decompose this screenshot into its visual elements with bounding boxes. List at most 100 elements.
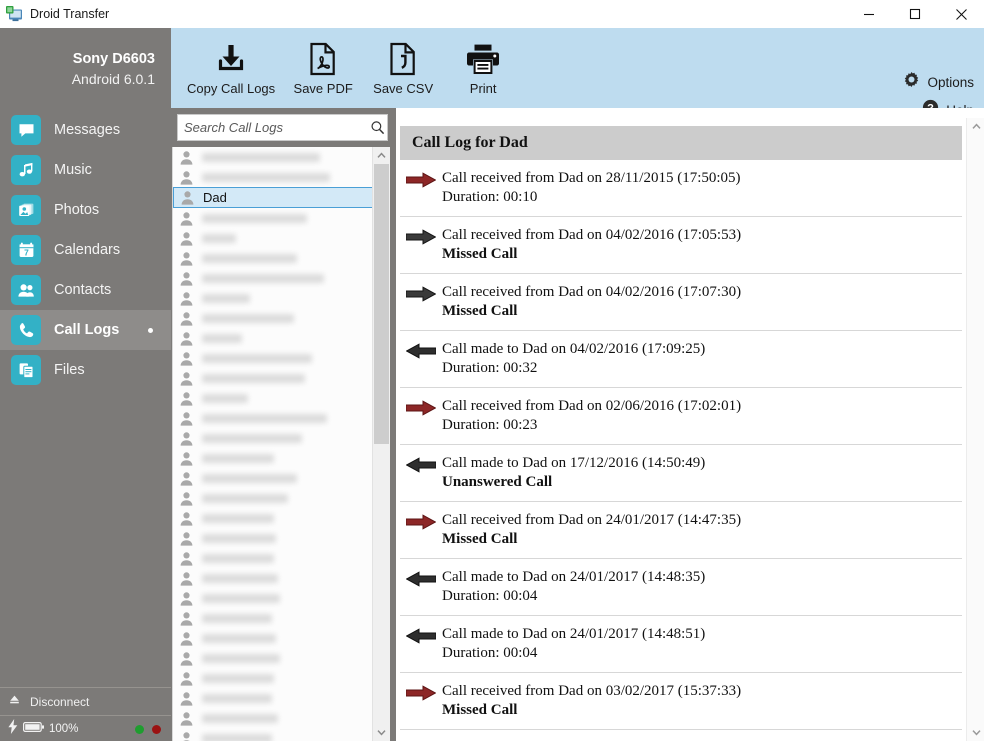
list-item[interactable] <box>173 268 380 288</box>
person-icon <box>179 671 194 686</box>
contact-name-redacted <box>202 273 324 283</box>
contact-name-redacted <box>202 593 280 603</box>
call-log-entry[interactable]: Call made to Dad on 24/01/2017 (14:48:51… <box>400 616 962 673</box>
list-item[interactable] <box>173 648 380 668</box>
battery-status: 100% <box>0 715 171 741</box>
sidebar-item-music[interactable]: Music <box>0 150 171 190</box>
list-item[interactable] <box>173 588 380 608</box>
list-item[interactable] <box>173 628 380 648</box>
search-input[interactable] <box>178 120 368 135</box>
call-entry-detail: Duration: 00:10 <box>442 189 538 205</box>
sidebar-item-calendars[interactable]: 7 Calendars <box>0 230 171 270</box>
scrollbar-thumb[interactable] <box>374 164 389 444</box>
list-item[interactable] <box>173 147 380 167</box>
call-log-entry[interactable]: Call received from Dad on 04/02/2016 (17… <box>400 217 962 274</box>
person-icon <box>179 371 194 386</box>
contact-name-redacted <box>202 293 250 303</box>
scroll-down-arrow-icon[interactable] <box>967 724 984 741</box>
person-icon <box>179 251 194 266</box>
options-button[interactable]: Options <box>903 68 974 96</box>
person-icon <box>179 631 194 646</box>
list-item[interactable] <box>173 468 380 488</box>
list-item[interactable] <box>173 728 380 741</box>
list-item[interactable] <box>173 228 380 248</box>
person-icon <box>179 531 194 546</box>
disconnect-label: Disconnect <box>30 694 90 709</box>
list-item[interactable] <box>173 368 380 388</box>
droid-transfer-window: Droid Transfer Sony D6603 Android 6.0.1 … <box>0 0 984 741</box>
call-log-entry[interactable]: Call received from Dad on 24/01/2017 (14… <box>400 502 962 559</box>
person-icon <box>179 271 194 286</box>
search-box[interactable] <box>177 114 388 141</box>
person-icon <box>180 190 195 205</box>
contact-list-scrollbar[interactable] <box>372 147 390 741</box>
list-item[interactable] <box>173 548 380 568</box>
sidebar-item-files[interactable]: Files <box>0 350 171 390</box>
list-item[interactable] <box>173 248 380 268</box>
scroll-up-arrow-icon[interactable] <box>373 147 390 164</box>
list-item[interactable] <box>173 508 380 528</box>
scroll-up-arrow-icon[interactable] <box>967 118 984 135</box>
call-log-entry[interactable]: Call made to Dad on 24/01/2017 (14:48:35… <box>400 559 962 616</box>
call-log-entry[interactable]: Call received from Dad on 04/02/2016 (17… <box>400 274 962 331</box>
maximize-button[interactable] <box>892 0 938 28</box>
list-item[interactable] <box>173 608 380 628</box>
arrow-right-red-icon <box>405 685 437 701</box>
sidebar-item-photos[interactable]: Photos <box>0 190 171 230</box>
connection-indicators <box>135 725 161 734</box>
call-log-scrollbar[interactable] <box>966 118 984 741</box>
list-item[interactable] <box>173 448 380 468</box>
list-item[interactable] <box>173 488 380 508</box>
copy-call-logs-button[interactable]: Copy Call Logs <box>179 34 283 97</box>
list-item[interactable] <box>173 328 380 348</box>
call-log-entry[interactable]: Call received from Dad on 28/11/2015 (17… <box>400 160 962 217</box>
contact-name-redacted <box>202 433 302 443</box>
minimize-button[interactable] <box>846 0 892 28</box>
list-item[interactable] <box>173 348 380 368</box>
list-item[interactable] <box>173 208 380 228</box>
contact-name-redacted <box>202 213 307 223</box>
call-entry-detail: Duration: 00:32 <box>442 360 538 376</box>
contact-list[interactable]: Dad <box>172 147 380 741</box>
list-item[interactable] <box>173 688 380 708</box>
list-item[interactable] <box>173 408 380 428</box>
sidebar-item-call-logs[interactable]: Call Logs <box>0 310 171 350</box>
gear-icon <box>903 71 920 93</box>
contact-name-redacted <box>202 673 274 683</box>
sidebar-item-messages[interactable]: Messages <box>0 110 171 150</box>
list-item[interactable] <box>173 308 380 328</box>
call-entry-summary: Call received from Dad on 04/02/2016 (17… <box>442 284 742 300</box>
close-button[interactable] <box>938 0 984 28</box>
scroll-down-arrow-icon[interactable] <box>373 724 390 741</box>
save-csv-button[interactable]: Save CSV <box>363 34 443 97</box>
search-icon[interactable] <box>368 120 387 135</box>
list-item[interactable] <box>173 528 380 548</box>
call-log-entry[interactable]: Call made to Dad on 04/02/2016 (17:09:25… <box>400 331 962 388</box>
person-icon <box>179 651 194 666</box>
list-item[interactable] <box>173 388 380 408</box>
list-item[interactable]: Dad <box>173 187 380 208</box>
person-icon <box>179 471 194 486</box>
files-copy-icon <box>11 355 41 385</box>
sidebar-item-contacts[interactable]: Contacts <box>0 270 171 310</box>
person-icon <box>179 170 194 185</box>
call-entry-summary: Call received from Dad on 04/02/2016 (17… <box>442 227 742 243</box>
save-pdf-button[interactable]: Save PDF <box>283 34 363 97</box>
contact-name-redacted <box>202 253 297 263</box>
call-log-entry[interactable]: Call received from Dad on 02/06/2016 (17… <box>400 388 962 445</box>
list-item[interactable] <box>173 167 380 187</box>
person-icon <box>179 211 194 226</box>
call-log-entry[interactable]: Call received from Dad on 03/02/2017 (15… <box>400 673 962 730</box>
toolbar: Copy Call Logs Save PDF Save CSV Print O… <box>171 28 984 118</box>
contact-name-redacted <box>202 373 305 383</box>
print-button[interactable]: Print <box>443 34 523 97</box>
list-item[interactable] <box>173 668 380 688</box>
list-item[interactable] <box>173 708 380 728</box>
contact-name-redacted <box>202 413 327 423</box>
csv-file-icon <box>388 34 418 76</box>
call-log-entry[interactable]: Call made to Dad on 17/12/2016 (14:50:49… <box>400 445 962 502</box>
list-item[interactable] <box>173 568 380 588</box>
list-item[interactable] <box>173 428 380 448</box>
disconnect-button[interactable]: Disconnect <box>0 687 171 715</box>
list-item[interactable] <box>173 288 380 308</box>
